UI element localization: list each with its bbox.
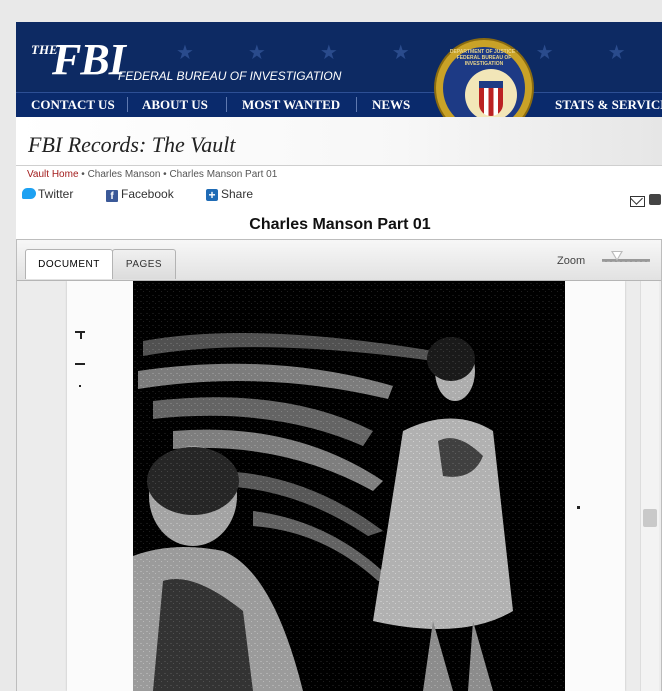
main-nav: CONTACT US ABOUT US MOST WANTED NEWS STA… [16, 92, 662, 117]
facebook-icon: f [106, 190, 118, 202]
print-icon[interactable] [649, 194, 661, 205]
breadcrumb-charles-manson[interactable]: Charles Manson [88, 169, 161, 180]
document-page [67, 281, 625, 691]
header-banner: ★★★★★★★★ THE FBI FEDERAL BUREAU OF INVES… [16, 22, 662, 92]
vertical-scrollbar[interactable] [640, 281, 659, 691]
star-pattern: ★★★★★★★★ [176, 40, 662, 64]
shield-icon [479, 81, 503, 116]
scan-mark [79, 385, 81, 387]
nav-stats-services[interactable]: STATS & SERVICES [555, 97, 662, 113]
breadcrumb: Vault Home • Charles Manson • Charles Ma… [27, 169, 277, 180]
tab-pages[interactable]: PAGES [112, 249, 176, 279]
scanned-photograph [133, 281, 565, 691]
scrollbar-thumb[interactable] [643, 509, 657, 527]
twitter-icon [22, 188, 36, 199]
facebook-label: Facebook [121, 187, 174, 201]
share-icon: + [206, 189, 218, 201]
page: ★★★★★★★★ THE FBI FEDERAL BUREAU OF INVES… [16, 22, 662, 691]
document-title: Charles Manson Part 01 [249, 216, 431, 233]
breadcrumb-home-link[interactable]: Vault Home [27, 169, 79, 180]
facebook-link[interactable]: f Facebook [106, 187, 174, 202]
document-scroll-area[interactable] [17, 281, 661, 691]
zoom-slider-track[interactable] [602, 259, 650, 262]
scan-mark [75, 363, 85, 365]
scan-mark [577, 506, 580, 509]
seal-text: DEPARTMENT OF JUSTICE · FEDERAL BUREAU O… [449, 49, 519, 67]
breadcrumb-separator: • [78, 169, 88, 180]
breadcrumb-current: Charles Manson Part 01 [169, 169, 278, 180]
page-title[interactable]: FBI Records: The Vault [28, 132, 236, 158]
document-viewer: DOCUMENT PAGES Zoom [16, 239, 662, 691]
nav-divider [356, 97, 357, 112]
nav-most-wanted[interactable]: MOST WANTED [242, 97, 340, 113]
share-label: Share [221, 187, 254, 201]
nav-news[interactable]: NEWS [372, 97, 410, 113]
scan-mark [80, 333, 82, 339]
logo-fbi: FBI [52, 35, 126, 84]
zoom-slider-thumb[interactable] [611, 251, 623, 261]
tab-document[interactable]: DOCUMENT [25, 249, 113, 279]
viewer-toolbar: DOCUMENT PAGES Zoom [17, 240, 661, 281]
email-icon[interactable] [630, 196, 645, 207]
twitter-label: Twitter [38, 187, 74, 201]
twitter-link[interactable]: Twitter [22, 187, 73, 201]
logo-subtitle: FEDERAL BUREAU OF INVESTIGATION [118, 69, 342, 83]
photo-image [133, 281, 565, 691]
seal-center [465, 69, 517, 121]
share-link[interactable]: + Share [206, 187, 253, 201]
divider [16, 165, 662, 166]
nav-divider [127, 97, 128, 112]
nav-about-us[interactable]: ABOUT US [142, 97, 208, 113]
zoom-label: Zoom [557, 255, 586, 267]
nav-divider [226, 97, 227, 112]
nav-contact-us[interactable]: CONTACT US [31, 97, 115, 113]
